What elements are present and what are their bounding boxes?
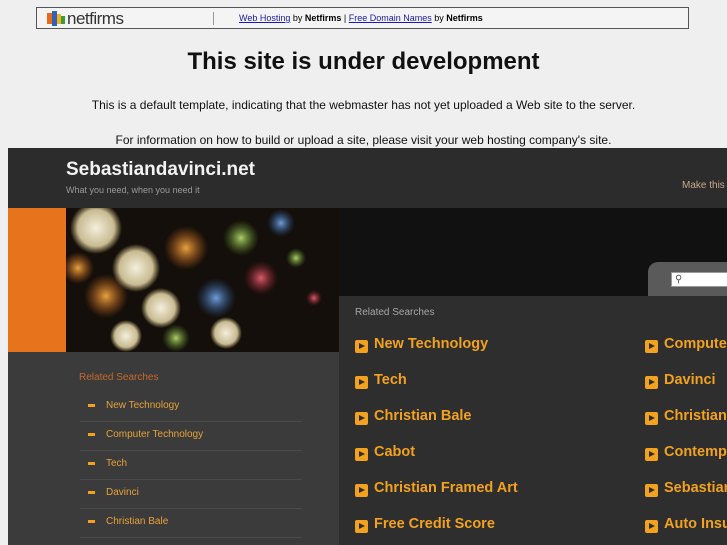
left-related-link[interactable]: Tech	[80, 452, 302, 480]
search-input[interactable]: ⚲	[671, 272, 727, 287]
netfirms-logo-text: netfirms	[67, 9, 124, 28]
related-search-label: Sebastian	[664, 480, 727, 496]
arrow-icon	[645, 484, 658, 497]
parked-site: Sebastiandavinci.net What you need, when…	[8, 148, 727, 545]
page-title: This site is under development	[187, 48, 540, 75]
site-tagline: What you need, when you need it	[66, 185, 200, 195]
notice-info-text: For information on how to build or uploa…	[115, 133, 612, 147]
left-related-link[interactable]: New Technology	[80, 394, 302, 422]
related-search-label: Contemp	[664, 444, 727, 460]
bullet-icon	[88, 491, 95, 494]
left-related-label: Christian Bale	[106, 516, 169, 527]
banner-orange-bar	[8, 208, 66, 352]
related-search-label: Auto Insu	[664, 516, 727, 532]
arrow-icon	[645, 376, 658, 389]
left-related-label: Computer Technology	[106, 429, 204, 440]
netfirms-links: Web Hosting by Netfirms | Free Domain Na…	[239, 13, 483, 23]
related-searches-title: Related Searches	[355, 307, 435, 318]
bokeh-image	[66, 208, 338, 352]
site-name[interactable]: Sebastiandavinci.net	[66, 159, 255, 181]
site-header: Sebastiandavinci.net What you need, when…	[8, 148, 727, 208]
arrow-icon	[645, 520, 658, 533]
related-search-label: Tech	[374, 372, 407, 388]
left-related-label: New Technology	[106, 400, 180, 411]
arrow-icon	[645, 412, 658, 425]
arrow-icon	[645, 448, 658, 461]
arrow-icon	[355, 484, 368, 497]
arrow-icon	[645, 340, 658, 353]
bullet-icon	[88, 404, 95, 407]
netfirms-divider	[213, 12, 214, 25]
netfirms-logo[interactable]: netfirms	[47, 9, 124, 29]
pipe-separator: |	[341, 13, 349, 23]
web-hosting-link[interactable]: Web Hosting	[239, 13, 290, 23]
netfirms-logo-icon	[47, 11, 65, 26]
bullet-icon	[88, 520, 95, 523]
free-domain-names-link[interactable]: Free Domain Names	[349, 13, 432, 23]
bokeh-photo	[66, 208, 338, 352]
by-text: by	[431, 13, 447, 23]
left-related-link[interactable]: Christian Bale	[80, 510, 302, 538]
arrow-icon	[355, 412, 368, 425]
netfirms-brand: Netfirms	[446, 13, 483, 23]
arrow-icon	[355, 376, 368, 389]
arrow-icon	[355, 340, 368, 353]
left-related-label: Davinci	[106, 487, 139, 498]
related-search-label: Free Credit Score	[374, 516, 495, 532]
related-search-label: Cabot	[374, 444, 416, 460]
arrow-icon	[355, 520, 368, 533]
search-icon: ⚲	[675, 274, 683, 285]
notice-text: This is a default template, indicating t…	[91, 98, 636, 112]
make-homepage-link[interactable]: Make this	[682, 180, 725, 191]
bullet-icon	[88, 433, 95, 436]
related-search-label: Christian Bale	[374, 408, 472, 424]
left-related-title: Related Searches	[79, 372, 159, 383]
related-search-label: Christian Framed Art	[374, 480, 518, 496]
related-search-label: New Technology	[374, 336, 489, 352]
left-related-label: Tech	[106, 458, 128, 469]
related-search-label: Compute	[664, 336, 727, 352]
by-text: by	[290, 13, 305, 23]
netfirms-brand: Netfirms	[304, 13, 342, 23]
bullet-icon	[88, 462, 95, 465]
related-search-label: Christian	[664, 408, 727, 424]
arrow-icon	[355, 448, 368, 461]
left-related-link[interactable]: Davinci	[80, 481, 302, 509]
netfirms-bar: netfirms Web Hosting by Netfirms | Free …	[36, 7, 689, 29]
left-related-link[interactable]: Computer Technology	[80, 423, 302, 451]
related-search-label: Davinci	[664, 372, 716, 388]
